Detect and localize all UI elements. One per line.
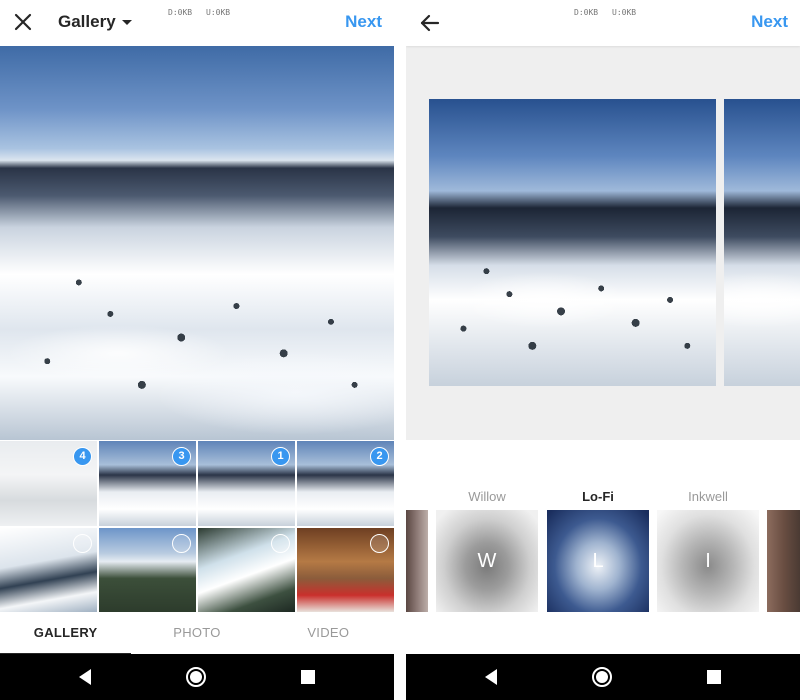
upload-status: U:0KB (206, 8, 231, 17)
nav-recent-icon[interactable] (707, 670, 721, 684)
selection-badge: 2 (370, 447, 389, 466)
selection-circle-icon[interactable] (271, 533, 290, 553)
next-photo-preview[interactable] (724, 99, 800, 386)
thumbnail[interactable] (0, 527, 97, 612)
filter-label-inkwell: Inkwell (688, 489, 728, 504)
system-navbar (0, 654, 394, 700)
next-button[interactable]: Next (751, 12, 788, 32)
next-button[interactable]: Next (345, 12, 382, 32)
source-tabs: GALLERY PHOTO VIDEO (0, 612, 394, 654)
thumbnail[interactable]: 2 (297, 441, 394, 526)
filter-topbar: D:0KB U:0KB Next (406, 0, 800, 46)
thumbnail[interactable]: 3 (99, 441, 196, 526)
download-status: D:0KB (574, 8, 599, 17)
tab-photo[interactable]: PHOTO (131, 612, 262, 654)
caret-down-icon (121, 20, 132, 26)
selection-badge: 1 (271, 447, 290, 466)
system-navbar (406, 654, 800, 700)
selection-badge: 4 (73, 447, 92, 466)
filter-letter: W (477, 550, 497, 572)
thumbnail[interactable] (99, 527, 196, 612)
nav-recent-icon[interactable] (301, 670, 315, 684)
photo-detail (0, 46, 394, 440)
filter-label-willow: Willow (468, 489, 506, 504)
selected-photo-preview[interactable] (0, 46, 394, 440)
nav-back-icon[interactable] (79, 669, 91, 685)
thumbnail[interactable] (198, 527, 295, 612)
thumbnail[interactable]: 1 (198, 441, 295, 526)
screen-divider (394, 0, 406, 700)
filter-tile-next[interactable] (767, 510, 800, 612)
close-icon[interactable] (12, 11, 34, 33)
gallery-title: Gallery (58, 12, 116, 31)
edit-photo-preview[interactable] (429, 99, 716, 386)
filter-tile-inkwell[interactable]: I (657, 510, 759, 612)
tab-gallery[interactable]: GALLERY (0, 612, 132, 654)
thumbnail-grid: 4 3 1 2 (0, 441, 394, 612)
thumbnail[interactable]: 4 (0, 441, 97, 526)
upload-status: U:0KB (612, 8, 637, 17)
tab-video[interactable]: VIDEO (263, 612, 394, 654)
filter-screen: D:0KB U:0KB Next Willow Lo-Fi Inkwell W … (406, 0, 800, 700)
arrow-back-icon[interactable] (418, 11, 442, 35)
gallery-screen: Gallery D:0KB U:0KB Next 4 3 1 2 GALLERY… (0, 0, 394, 700)
filter-strip: Willow Lo-Fi Inkwell W L I (406, 440, 800, 654)
filter-label-lofi: Lo-Fi (582, 489, 614, 504)
gallery-topbar: Gallery D:0KB U:0KB Next (0, 0, 394, 46)
download-status: D:0KB (168, 8, 193, 17)
filter-tile-lofi[interactable]: L (547, 510, 649, 612)
nav-back-icon[interactable] (485, 669, 497, 685)
filter-letter: I (705, 550, 711, 572)
selection-badge: 3 (172, 447, 191, 466)
filter-tile-previous[interactable] (406, 510, 428, 612)
thumbnail[interactable] (297, 527, 394, 612)
nav-home-icon[interactable] (186, 667, 206, 687)
gallery-dropdown[interactable]: Gallery (58, 12, 132, 32)
photo-detail (429, 99, 716, 386)
filter-letter: L (592, 550, 604, 572)
selection-circle-icon[interactable] (172, 533, 191, 553)
filter-tile-willow[interactable]: W (436, 510, 538, 612)
selection-circle-icon[interactable] (73, 533, 92, 553)
selection-circle-icon[interactable] (370, 533, 389, 553)
nav-home-icon[interactable] (592, 667, 612, 687)
